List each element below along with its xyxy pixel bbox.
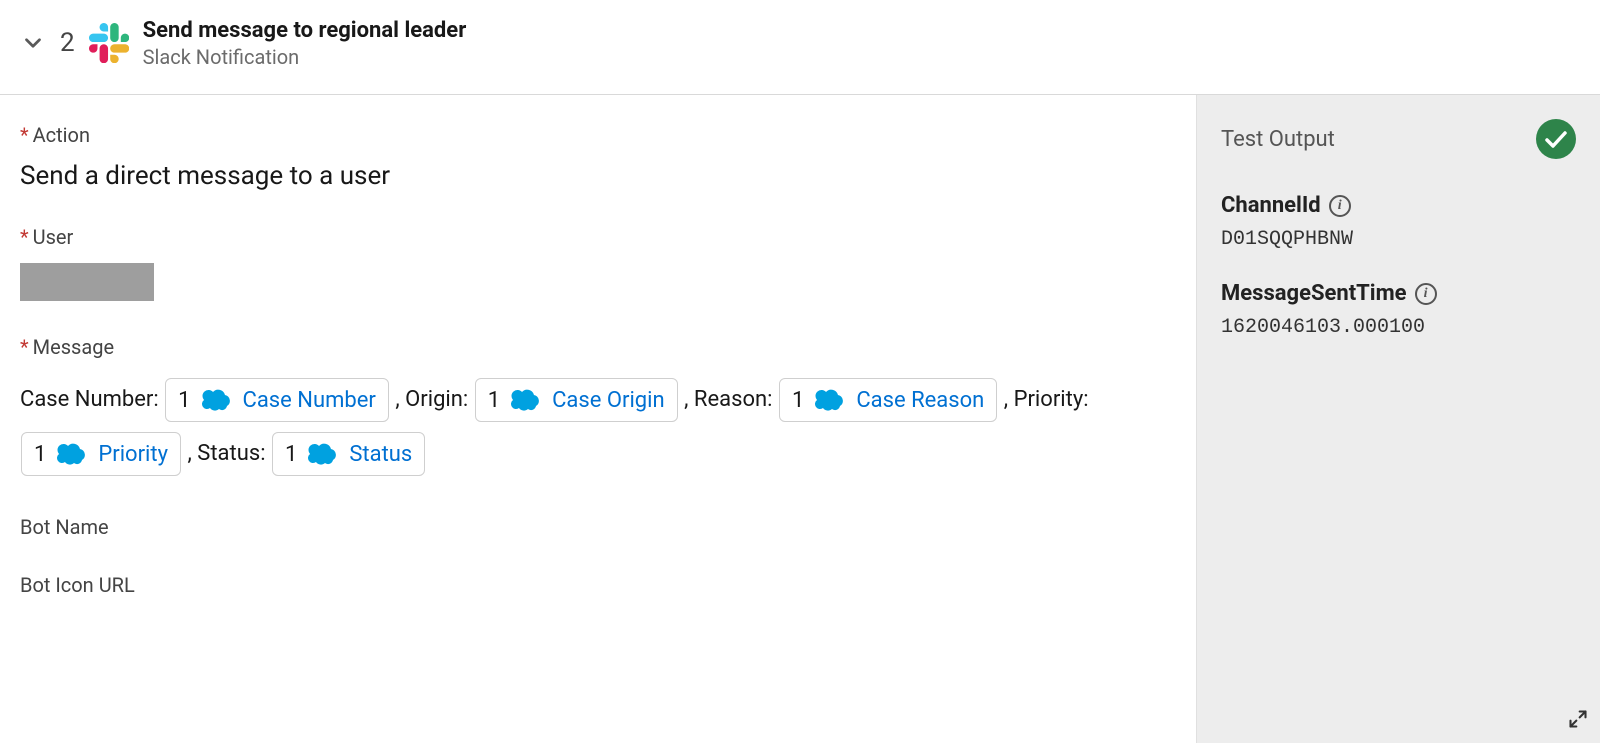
pill-status[interactable]: 1 Status bbox=[272, 432, 425, 476]
msg-text: , Status: bbox=[188, 441, 271, 466]
msg-text: , Reason: bbox=[684, 387, 778, 412]
salesforce-icon bbox=[199, 388, 235, 412]
output-field-channelid: ChannelId i D01SQQPHBNW bbox=[1221, 193, 1576, 251]
success-check-icon bbox=[1536, 119, 1576, 159]
output-value: D01SQQPHBNW bbox=[1221, 228, 1576, 251]
salesforce-icon bbox=[508, 388, 544, 412]
collapse-chevron-icon[interactable] bbox=[20, 30, 46, 56]
pill-case-reason[interactable]: 1 Case Reason bbox=[779, 378, 997, 422]
message-label: Message bbox=[20, 335, 1176, 359]
expand-handle-icon[interactable] bbox=[1568, 709, 1588, 733]
output-field-messagesenttime: MessageSentTime i 1620046103.000100 bbox=[1221, 281, 1576, 339]
slack-icon bbox=[89, 23, 129, 63]
message-value[interactable]: Case Number: 1 Case Number , Origin: 1 C… bbox=[20, 373, 1176, 481]
test-output-title: Test Output bbox=[1221, 127, 1335, 152]
action-value[interactable]: Send a direct message to a user bbox=[20, 161, 1176, 191]
field-message: Message Case Number: 1 Case Number , Ori… bbox=[20, 335, 1176, 481]
user-redacted-value[interactable] bbox=[20, 263, 154, 301]
pill-field-label: Priority bbox=[98, 442, 168, 467]
pill-step-num: 1 bbox=[488, 388, 500, 413]
output-label: MessageSentTime bbox=[1221, 281, 1407, 306]
pill-case-origin[interactable]: 1 Case Origin bbox=[475, 378, 678, 422]
pill-step-num: 1 bbox=[34, 442, 46, 467]
info-icon[interactable]: i bbox=[1415, 283, 1437, 305]
action-label: Action bbox=[20, 123, 1176, 147]
pill-field-label: Case Number bbox=[243, 388, 376, 413]
output-value: 1620046103.000100 bbox=[1221, 316, 1576, 339]
field-user: User bbox=[20, 225, 1176, 301]
bot-icon-url-label: Bot Icon URL bbox=[20, 573, 1176, 597]
msg-text: , Priority: bbox=[1004, 387, 1089, 412]
pill-step-num: 1 bbox=[792, 388, 804, 413]
msg-text: , Origin: bbox=[395, 387, 473, 412]
field-bot-name: Bot Name bbox=[20, 515, 1176, 539]
step-number: 2 bbox=[60, 28, 75, 58]
salesforce-icon bbox=[812, 388, 848, 412]
pill-field-label: Case Reason bbox=[856, 388, 984, 413]
step-header: 2 Send message to regional leader Slack … bbox=[0, 0, 1600, 95]
info-icon[interactable]: i bbox=[1329, 195, 1351, 217]
pill-step-num: 1 bbox=[178, 388, 190, 413]
pill-step-num: 1 bbox=[285, 442, 297, 467]
salesforce-icon bbox=[305, 442, 341, 466]
step-title: Send message to regional leader bbox=[143, 18, 467, 43]
pill-case-number[interactable]: 1 Case Number bbox=[165, 378, 389, 422]
step-subtitle: Slack Notification bbox=[143, 45, 467, 69]
pill-field-label: Status bbox=[349, 442, 412, 467]
user-label: User bbox=[20, 225, 1176, 249]
form-pane: Action Send a direct message to a user U… bbox=[0, 95, 1196, 743]
pill-field-label: Case Origin bbox=[552, 388, 665, 413]
msg-text: Case Number: bbox=[20, 387, 164, 412]
pill-priority[interactable]: 1 Priority bbox=[21, 432, 181, 476]
output-label: ChannelId bbox=[1221, 193, 1321, 218]
step-title-block: Send message to regional leader Slack No… bbox=[143, 18, 467, 69]
field-action: Action Send a direct message to a user bbox=[20, 123, 1176, 191]
field-bot-icon-url: Bot Icon URL bbox=[20, 573, 1176, 597]
bot-name-label: Bot Name bbox=[20, 515, 1176, 539]
salesforce-icon bbox=[54, 442, 90, 466]
test-output-panel: Test Output ChannelId i D01SQQPHBNW Mess… bbox=[1196, 95, 1600, 743]
